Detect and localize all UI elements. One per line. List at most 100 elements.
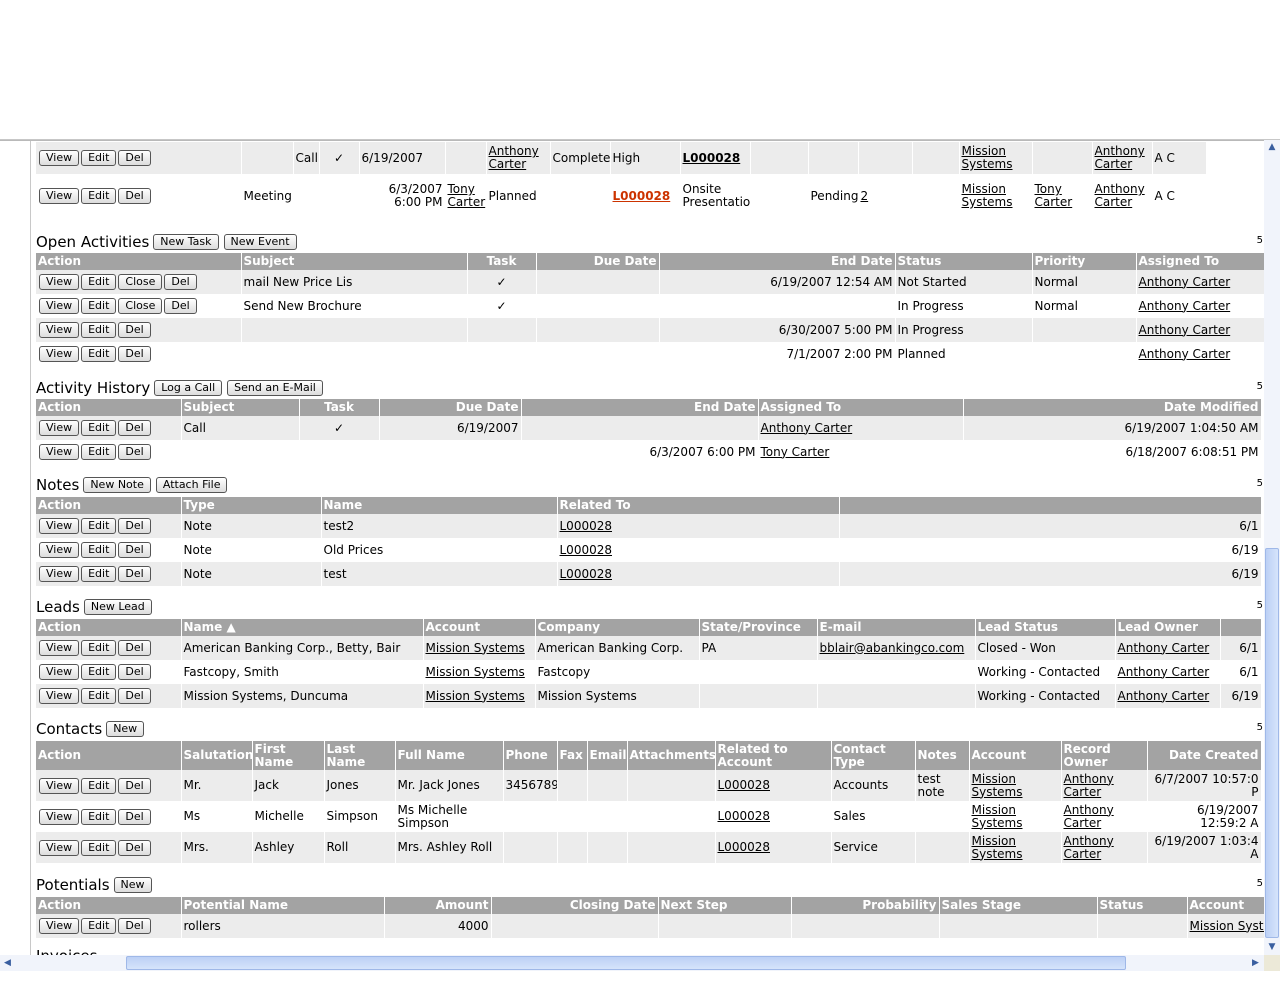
- action-cell[interactable]: View Edit Del: [36, 174, 242, 218]
- account-link[interactable]: Mission Systems: [972, 834, 1023, 861]
- edit-button[interactable]: Edit: [81, 688, 117, 704]
- action-cell[interactable]: View Edit Del: [36, 562, 182, 586]
- view-button[interactable]: View: [39, 808, 80, 825]
- view-button[interactable]: View: [39, 188, 80, 204]
- delete-button[interactable]: Del: [118, 346, 151, 362]
- action-cell[interactable]: View Edit Del: [36, 832, 182, 863]
- account-link[interactable]: Mission Systems: [426, 641, 525, 655]
- delete-button[interactable]: Del: [118, 839, 151, 856]
- assigned-to-link[interactable]: Anthony Carter: [1139, 299, 1231, 313]
- attach-filebutton[interactable]: Attach File: [155, 477, 228, 493]
- view-button[interactable]: View: [39, 918, 80, 934]
- delete-button[interactable]: Del: [118, 420, 151, 436]
- lead-link[interactable]: L000028: [613, 189, 671, 203]
- assigned-link[interactable]: Tony Carter: [448, 182, 486, 209]
- edit-button[interactable]: Edit: [81, 839, 117, 856]
- account-link[interactable]: Mission Systems: [426, 689, 525, 703]
- action-cell[interactable]: View Edit Del: [36, 660, 182, 684]
- delete-button[interactable]: Del: [118, 566, 151, 582]
- count-link[interactable]: 2: [861, 189, 869, 203]
- account-link[interactable]: Mission Systems: [972, 772, 1023, 799]
- delete-button[interactable]: Del: [118, 322, 151, 338]
- edit-button[interactable]: Edit: [81, 808, 117, 825]
- action-cell[interactable]: View Edit Del: [36, 318, 242, 342]
- account-link[interactable]: Mission Systems: [962, 144, 1013, 171]
- view-button[interactable]: View: [39, 518, 80, 534]
- delete-button[interactable]: Del: [164, 274, 197, 290]
- edit-button[interactable]: Edit: [81, 346, 117, 362]
- action-cell[interactable]: View Edit Del: [36, 770, 182, 801]
- action-cell[interactable]: View Edit Del: [36, 514, 182, 538]
- log-a-callbutton[interactable]: Log a Call: [154, 380, 223, 396]
- assigned-to-link[interactable]: Anthony Carter: [1139, 347, 1231, 361]
- delete-button[interactable]: Del: [118, 777, 151, 794]
- delete-button[interactable]: Del: [118, 444, 151, 460]
- scroll-down-icon[interactable]: ▼: [1265, 940, 1279, 955]
- delete-button[interactable]: Del: [118, 518, 151, 534]
- edit-button[interactable]: Edit: [81, 444, 117, 460]
- action-cell[interactable]: View Edit Close Del: [36, 294, 242, 318]
- related-to-link[interactable]: L000028: [560, 543, 613, 557]
- view-button[interactable]: View: [39, 420, 80, 436]
- related-account-link[interactable]: L000028: [718, 778, 771, 792]
- horizontal-scroll-thumb[interactable]: [126, 956, 1126, 970]
- edit-button[interactable]: Edit: [81, 188, 117, 204]
- assigned-link[interactable]: Anthony Carter: [489, 144, 539, 171]
- close-button[interactable]: Close: [118, 298, 163, 314]
- edit-button[interactable]: Edit: [81, 566, 117, 582]
- delete-button[interactable]: Del: [118, 688, 151, 704]
- action-cell[interactable]: View Edit Del: [36, 801, 182, 832]
- account-link[interactable]: Mission Syste: [1190, 919, 1265, 933]
- related-to-link[interactable]: L000028: [560, 519, 613, 533]
- record-owner-link[interactable]: Anthony Carter: [1064, 772, 1114, 799]
- edit-button[interactable]: Edit: [81, 918, 117, 934]
- horizontal-scrollbar[interactable]: ◀ ▶: [0, 955, 1264, 971]
- view-button[interactable]: View: [39, 640, 80, 656]
- record-owner-link[interactable]: Anthony Carter: [1064, 834, 1114, 861]
- account-link[interactable]: Mission Systems: [426, 665, 525, 679]
- newbutton[interactable]: New: [113, 877, 152, 893]
- assigned-to-link[interactable]: Tony Carter: [761, 445, 830, 459]
- edit-button[interactable]: Edit: [81, 274, 117, 290]
- action-cell[interactable]: View Edit Close Del: [36, 270, 242, 294]
- newbutton[interactable]: New: [106, 721, 145, 737]
- view-button[interactable]: View: [39, 444, 80, 460]
- view-button[interactable]: View: [39, 150, 80, 166]
- vertical-scrollbar[interactable]: ▲ ▼: [1264, 140, 1280, 955]
- lead-owner-link[interactable]: Anthony Carter: [1118, 689, 1210, 703]
- action-cell[interactable]: View Edit Del: [36, 342, 242, 366]
- action-cell[interactable]: View Edit Del: [36, 914, 182, 938]
- edit-button[interactable]: Edit: [81, 664, 117, 680]
- assigned-to-link[interactable]: Anthony Carter: [761, 421, 853, 435]
- send-an-e-mailbutton[interactable]: Send an E-Mail: [227, 380, 323, 396]
- contact-link[interactable]: Tony Carter: [1035, 182, 1073, 209]
- edit-button[interactable]: Edit: [81, 150, 117, 166]
- view-button[interactable]: View: [39, 542, 80, 558]
- record-owner-link[interactable]: Anthony Carter: [1064, 803, 1114, 830]
- view-button[interactable]: View: [39, 839, 80, 856]
- view-button[interactable]: View: [39, 777, 80, 794]
- delete-button[interactable]: Del: [118, 188, 151, 204]
- scroll-right-icon[interactable]: ▶: [1248, 956, 1263, 970]
- related-account-link[interactable]: L000028: [718, 840, 771, 854]
- edit-button[interactable]: Edit: [81, 298, 117, 314]
- view-button[interactable]: View: [39, 274, 80, 290]
- view-button[interactable]: View: [39, 664, 80, 680]
- delete-button[interactable]: Del: [118, 808, 151, 825]
- delete-button[interactable]: Del: [118, 150, 151, 166]
- lead-owner-link[interactable]: Anthony Carter: [1118, 641, 1210, 655]
- view-button[interactable]: View: [39, 688, 80, 704]
- close-button[interactable]: Close: [118, 274, 163, 290]
- lead-link[interactable]: L000028: [683, 151, 741, 165]
- delete-button[interactable]: Del: [118, 664, 151, 680]
- delete-button[interactable]: Del: [118, 640, 151, 656]
- edit-button[interactable]: Edit: [81, 777, 117, 794]
- account-link[interactable]: Mission Systems: [972, 803, 1023, 830]
- scroll-left-icon[interactable]: ◀: [0, 956, 15, 970]
- new-eventbutton[interactable]: New Event: [223, 234, 297, 250]
- related-to-link[interactable]: L000028: [560, 567, 613, 581]
- edit-button[interactable]: Edit: [81, 322, 117, 338]
- owner-link[interactable]: Anthony Carter: [1095, 144, 1145, 171]
- action-cell[interactable]: View Edit Del: [36, 684, 182, 708]
- action-cell[interactable]: View Edit Del: [36, 538, 182, 562]
